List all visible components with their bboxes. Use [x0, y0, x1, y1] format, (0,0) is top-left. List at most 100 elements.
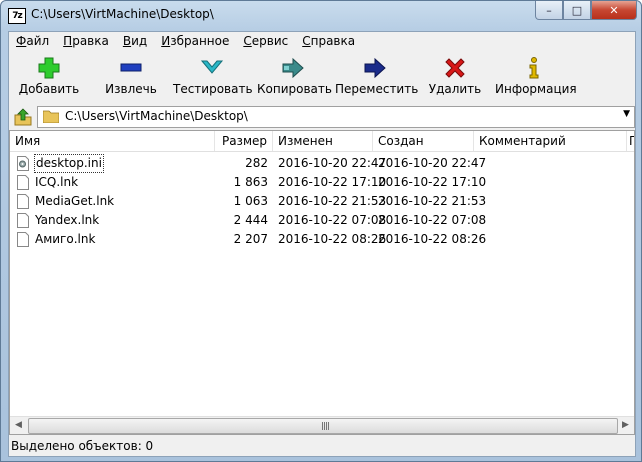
delete-x-icon [445, 58, 465, 78]
menu-file-label: айл [26, 34, 50, 48]
move-button-label: Переместить [335, 82, 419, 96]
menu-bar: Файл Правка Вид Избранное Сервис Справка [9, 32, 635, 51]
status-bar: Выделено объектов: 0 [9, 435, 635, 455]
file-size: 2 444 [233, 213, 268, 227]
minus-icon [120, 63, 142, 72]
caption-buttons: – □ ✕ [535, 1, 637, 21]
file-list[interactable]: Имя Размер Изменен Создан Комментарий Г … [9, 130, 635, 435]
menu-favorites[interactable]: Избранное [154, 32, 236, 51]
scroll-left-icon[interactable]: ◀ [10, 417, 27, 434]
client-area: Файл Правка Вид Избранное Сервис Справка… [8, 31, 636, 457]
info-icon [529, 57, 539, 79]
copy-button[interactable]: Копировать [257, 52, 332, 100]
column-extra[interactable]: Г [627, 131, 634, 151]
table-row[interactable]: ICQ.lnk 1 863 2016-10-22 17:10 2016-10-2… [10, 173, 634, 192]
file-modified: 2016-10-22 07:08 [278, 213, 387, 227]
table-row[interactable]: Yandex.lnk 2 444 2016-10-22 07:08 2016-1… [10, 211, 634, 230]
file-name: Yandex.lnk [35, 213, 100, 227]
file-icon [17, 213, 29, 228]
minimize-button[interactable]: – [535, 1, 563, 20]
file-created: 2016-10-20 22:47 [378, 156, 487, 170]
settings-file-icon [17, 156, 29, 171]
test-button-label: Тестировать [173, 82, 253, 96]
menu-help[interactable]: Справка [295, 32, 362, 51]
folder-up-icon[interactable] [13, 107, 33, 127]
plus-icon [38, 57, 60, 79]
address-path: C:\Users\VirtMachine\Desktop\ [65, 109, 248, 123]
scroll-right-icon[interactable]: ▶ [617, 417, 634, 434]
menu-edit-accel: П [63, 34, 73, 48]
file-size: 2 207 [233, 232, 268, 246]
file-modified: 2016-10-22 17:10 [278, 175, 387, 189]
menu-view-label: ид [131, 34, 148, 48]
info-button[interactable]: Информация [495, 52, 577, 100]
file-icon [17, 232, 29, 247]
delete-button-label: Удалить [428, 82, 482, 96]
window-title: C:\Users\VirtMachine\Desktop\ [31, 7, 214, 21]
menu-favorites-accel: И [161, 34, 171, 48]
column-comment[interactable]: Комментарий [474, 131, 627, 151]
copy-arrow-icon [282, 57, 304, 79]
menu-view-accel: В [122, 34, 132, 48]
address-combobox[interactable]: C:\Users\VirtMachine\Desktop\ ▼ [37, 106, 635, 128]
menu-edit-label: равка [72, 34, 109, 48]
extract-button-label: Извлечь [105, 82, 157, 96]
app-window: 7z C:\Users\VirtMachine\Desktop\ – □ ✕ Ф… [0, 0, 642, 462]
check-chevron-icon [200, 60, 224, 74]
menu-tools-accel: С [243, 34, 252, 48]
7zip-app-icon[interactable]: 7z [8, 8, 26, 24]
file-modified: 2016-10-22 21:53 [278, 194, 387, 208]
file-created: 2016-10-22 07:08 [378, 213, 487, 227]
menu-favorites-label: збранное [170, 34, 230, 48]
move-button[interactable]: Переместить [335, 52, 419, 100]
close-button[interactable]: ✕ [591, 1, 637, 20]
file-icon [17, 175, 29, 190]
move-arrow-icon [364, 57, 386, 79]
file-name: Амиго.lnk [35, 232, 96, 246]
menu-view[interactable]: Вид [116, 32, 154, 51]
file-created: 2016-10-22 21:53 [378, 194, 487, 208]
maximize-button[interactable]: □ [563, 1, 591, 20]
file-created: 2016-10-22 08:26 [378, 232, 487, 246]
add-button[interactable]: Добавить [13, 52, 85, 100]
table-row[interactable]: Амиго.lnk 2 207 2016-10-22 08:26 2016-10… [10, 230, 634, 249]
menu-file-accel: Ф [16, 34, 27, 48]
file-modified: 2016-10-20 22:47 [278, 156, 387, 170]
horizontal-scrollbar[interactable]: ◀ ▶ [10, 416, 634, 434]
file-created: 2016-10-22 17:10 [378, 175, 487, 189]
folder-icon [43, 110, 59, 123]
delete-button[interactable]: Удалить [427, 52, 483, 100]
column-created[interactable]: Создан [373, 131, 474, 151]
status-text: Выделено объектов: 0 [11, 439, 154, 453]
toolbar: Добавить Извлечь Тестировать Копировать … [9, 52, 635, 102]
column-modified[interactable]: Изменен [273, 131, 373, 151]
file-size: 1 863 [233, 175, 268, 189]
column-size[interactable]: Размер [215, 131, 273, 151]
test-button[interactable]: Тестировать [173, 52, 253, 100]
menu-tools[interactable]: Сервис [236, 32, 295, 51]
menu-edit[interactable]: Правка [56, 32, 116, 51]
list-header: Имя Размер Изменен Создан Комментарий Г [10, 131, 634, 152]
table-row[interactable]: MediaGet.lnk 1 063 2016-10-22 21:53 2016… [10, 192, 634, 211]
menu-tools-label: ервис [251, 34, 289, 48]
menu-help-label: правка [310, 34, 356, 48]
extract-button[interactable]: Извлечь [99, 52, 163, 100]
copy-button-label: Копировать [257, 82, 332, 96]
file-icon [17, 194, 29, 209]
scrollbar-thumb[interactable] [28, 418, 618, 434]
file-size: 282 [245, 156, 268, 170]
file-modified: 2016-10-22 08:26 [278, 232, 387, 246]
info-button-label: Информация [495, 82, 577, 96]
menu-file[interactable]: Файл [9, 32, 56, 51]
menu-help-accel: С [302, 34, 311, 48]
address-bar: C:\Users\VirtMachine\Desktop\ ▼ [9, 105, 635, 129]
grip-icon [322, 422, 330, 430]
file-size: 1 063 [233, 194, 268, 208]
file-name: MediaGet.lnk [35, 194, 115, 208]
table-row[interactable]: desktop.ini 282 2016-10-20 22:47 2016-10… [10, 154, 634, 173]
column-name[interactable]: Имя [10, 131, 215, 151]
file-name: desktop.ini [34, 154, 104, 173]
title-bar[interactable]: 7z C:\Users\VirtMachine\Desktop\ – □ ✕ [1, 1, 641, 31]
dropdown-arrow-icon[interactable]: ▼ [623, 109, 630, 119]
file-name: ICQ.lnk [35, 175, 79, 189]
